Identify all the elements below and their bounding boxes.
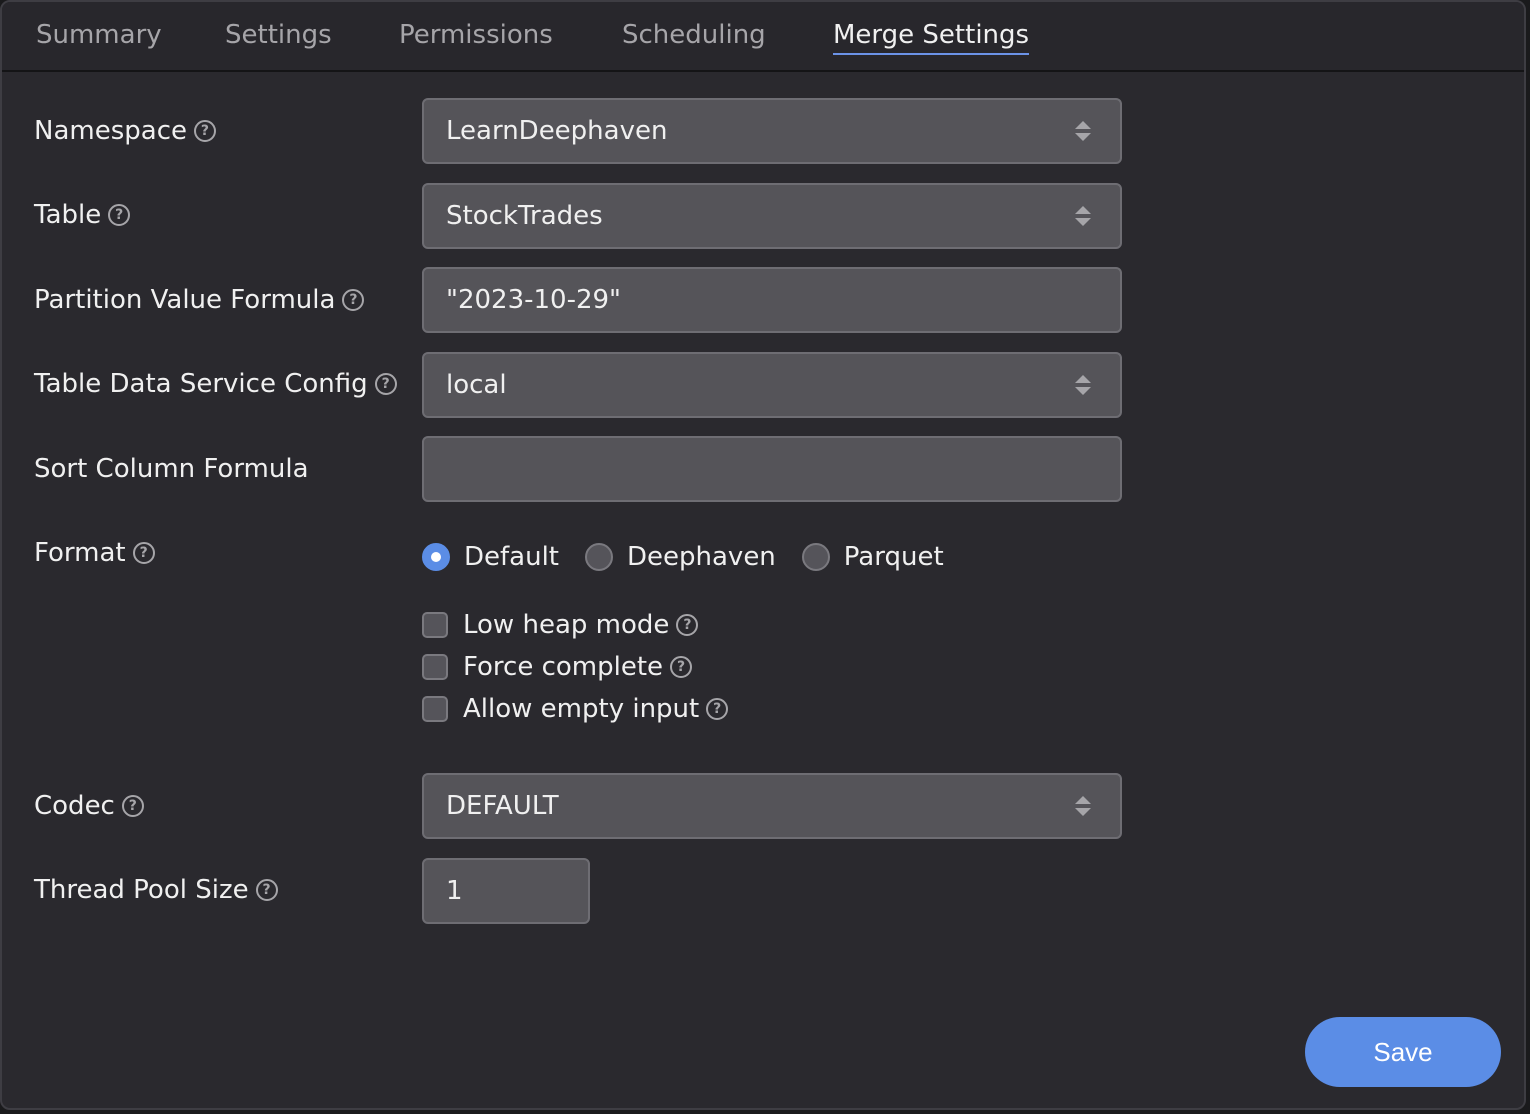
help-icon[interactable]: ? (374, 373, 397, 395)
partition-value-formula-input[interactable]: "2023-10-29" (422, 267, 1122, 333)
select-arrows-icon (1075, 121, 1091, 141)
partition-value-formula-label: Partition Value Formula ? (34, 285, 365, 315)
radio-circle[interactable] (801, 543, 830, 571)
checkbox-box[interactable] (422, 696, 448, 722)
codec-label: Codec ? (34, 791, 144, 821)
table-label-text: Table (34, 200, 102, 230)
sort-column-formula-input[interactable] (422, 436, 1122, 502)
format-radio-parquet[interactable]: Parquet (801, 542, 944, 572)
help-icon[interactable]: ? (670, 656, 693, 678)
format-label-text: Format (34, 538, 126, 568)
codec-select[interactable]: DEFAULT (422, 773, 1122, 839)
namespace-value: LearnDeephaven (446, 116, 668, 146)
help-icon[interactable]: ? (342, 289, 365, 311)
format-radio-group: Default Deephaven Parquet (422, 539, 970, 575)
select-arrows-icon (1075, 375, 1091, 395)
allow-empty-input-checkbox[interactable]: Allow empty input ? (422, 694, 729, 724)
sort-column-formula-label-text: Sort Column Formula (34, 454, 309, 484)
help-icon[interactable]: ? (132, 542, 155, 564)
tab-summary[interactable]: Summary (36, 20, 162, 50)
help-icon[interactable]: ? (676, 614, 699, 636)
help-icon[interactable]: ? (193, 120, 216, 142)
thread-pool-size-input[interactable]: 1 (422, 858, 590, 924)
tab-bar: Summary Settings Permissions Scheduling … (2, 2, 1524, 72)
table-data-service-config-value: local (446, 370, 507, 400)
thread-pool-size-label-text: Thread Pool Size (34, 875, 249, 905)
merge-settings-panel: Summary Settings Permissions Scheduling … (0, 0, 1526, 1110)
select-arrows-icon (1075, 206, 1091, 226)
select-arrows-icon (1075, 796, 1091, 816)
force-complete-checkbox[interactable]: Force complete ? (422, 652, 693, 682)
table-data-service-config-label: Table Data Service Config ? (34, 369, 397, 399)
table-value: StockTrades (446, 201, 603, 231)
format-radio-deephaven[interactable]: Deephaven (585, 542, 776, 572)
checkbox-label: Force complete (463, 652, 664, 682)
thread-pool-size-value: 1 (446, 876, 463, 906)
format-option-label: Deephaven (627, 542, 776, 572)
tab-merge-settings[interactable]: Merge Settings (833, 20, 1030, 55)
format-radio-default[interactable]: Default (422, 542, 559, 572)
checkbox-label: Low heap mode (463, 610, 670, 640)
checkbox-label: Allow empty input (463, 694, 700, 724)
namespace-select[interactable]: LearnDeephaven (422, 98, 1122, 164)
table-data-service-config-select[interactable]: local (422, 352, 1122, 418)
radio-circle[interactable] (422, 543, 450, 571)
codec-value: DEFAULT (446, 791, 559, 821)
help-icon[interactable]: ? (108, 204, 131, 226)
help-icon[interactable]: ? (255, 879, 278, 901)
save-button[interactable]: Save (1305, 1017, 1501, 1087)
codec-label-text: Codec (34, 791, 115, 821)
low-heap-mode-checkbox[interactable]: Low heap mode ? (422, 610, 699, 640)
table-data-service-config-label-text: Table Data Service Config (34, 369, 368, 399)
help-icon[interactable]: ? (706, 698, 729, 720)
format-label: Format ? (34, 538, 155, 568)
tab-settings[interactable]: Settings (225, 20, 332, 50)
sort-column-formula-label: Sort Column Formula (34, 454, 309, 484)
namespace-label-text: Namespace (34, 116, 187, 146)
format-option-label: Default (464, 542, 559, 572)
namespace-label: Namespace ? (34, 116, 216, 146)
format-option-label: Parquet (843, 542, 944, 572)
tab-scheduling[interactable]: Scheduling (622, 20, 766, 50)
checkbox-box[interactable] (422, 612, 448, 638)
checkbox-box[interactable] (422, 654, 448, 680)
table-select[interactable]: StockTrades (422, 183, 1122, 249)
table-label: Table ? (34, 200, 131, 230)
partition-value-formula-value: "2023-10-29" (446, 285, 622, 315)
tab-permissions[interactable]: Permissions (399, 20, 553, 50)
partition-value-formula-label-text: Partition Value Formula (34, 285, 336, 315)
help-icon[interactable]: ? (121, 795, 144, 817)
radio-circle[interactable] (585, 543, 613, 571)
thread-pool-size-label: Thread Pool Size ? (34, 875, 278, 905)
